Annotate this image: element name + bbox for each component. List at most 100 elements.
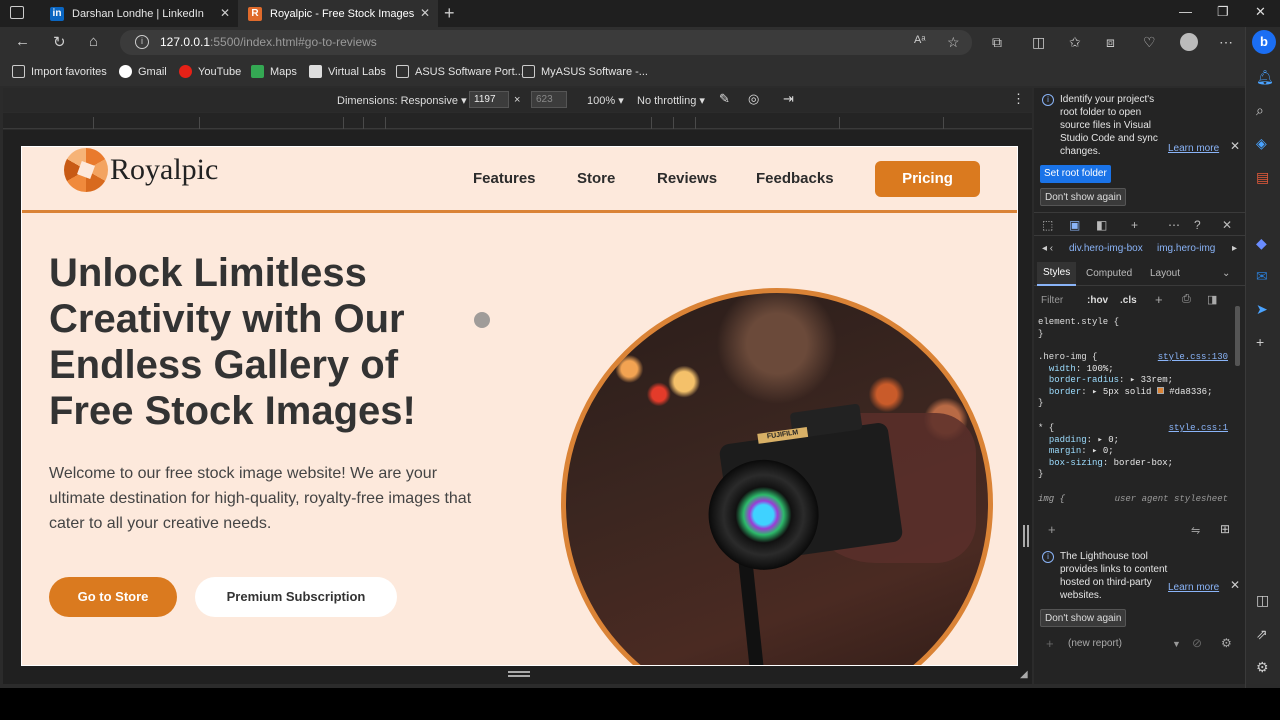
dimensions-select[interactable]: Dimensions: Responsive ▾: [337, 94, 467, 107]
nav-reviews[interactable]: Reviews: [657, 170, 717, 187]
nav-features[interactable]: Features: [473, 170, 536, 187]
add-report-icon[interactable]: +: [1046, 636, 1054, 651]
site-info-icon[interactable]: i: [135, 35, 149, 49]
close-devtools-icon[interactable]: ✕: [1222, 218, 1232, 232]
back-icon[interactable]: ←: [15, 33, 30, 50]
more-menu-icon[interactable]: ⋯: [1219, 34, 1233, 51]
vision-icon[interactable]: ◎: [748, 91, 759, 107]
crumb-right-arrow-icon[interactable]: ▸: [1232, 238, 1237, 260]
rotate-icon[interactable]: ⇥: [783, 91, 794, 107]
crumb-hero-img-box[interactable]: div.hero-img-box: [1069, 238, 1143, 260]
css-val[interactable]: 5px solid: [1103, 387, 1152, 397]
open-external-icon[interactable]: ⇗: [1256, 626, 1268, 643]
sidebar-add-icon[interactable]: +: [1256, 334, 1264, 350]
color-swatch[interactable]: [1156, 386, 1164, 394]
nav-store[interactable]: Store: [577, 170, 615, 187]
tab-actions-icon[interactable]: [10, 6, 24, 19]
dock-icon[interactable]: ⊞: [1220, 522, 1230, 536]
throttle-select[interactable]: No throttling ▾: [637, 94, 705, 107]
close-tab-icon[interactable]: ✕: [220, 6, 230, 20]
css-val[interactable]: 100%;: [1087, 364, 1114, 374]
zoom-select[interactable]: 100% ▾: [587, 94, 624, 107]
crumb-hero-img[interactable]: img.hero-img: [1157, 238, 1215, 260]
tab-styles[interactable]: Styles: [1037, 262, 1077, 286]
css-val[interactable]: #da8336;: [1169, 387, 1212, 397]
minimize-button[interactable]: —: [1179, 4, 1192, 19]
hero-img-source-link[interactable]: style.css:130: [1158, 352, 1228, 364]
crumb-left-arrow-icon[interactable]: ◂ ‹: [1042, 238, 1053, 260]
bookmark-virtual-labs[interactable]: Virtual Labs: [309, 65, 386, 78]
help-icon[interactable]: ?: [1194, 218, 1201, 232]
add-rule-icon[interactable]: +: [1048, 522, 1056, 537]
maximize-button[interactable]: ❐: [1217, 4, 1229, 20]
height-input[interactable]: 623: [531, 91, 567, 108]
element-state-icon[interactable]: ⎙: [1182, 293, 1191, 306]
panel-layout-icon[interactable]: ◧: [1096, 218, 1107, 232]
eyedropper-icon[interactable]: ✎: [719, 91, 730, 107]
bookmark-myasus[interactable]: MyASUS Software -...: [522, 65, 648, 78]
new-rule-icon[interactable]: +: [1155, 292, 1163, 307]
tab-computed[interactable]: Computed: [1086, 268, 1132, 279]
filter-input[interactable]: Filter: [1041, 295, 1063, 306]
corner-resize-icon[interactable]: ◢: [1020, 669, 1028, 680]
split-screen-icon[interactable]: ◫: [1032, 34, 1045, 51]
universal-source-link[interactable]: style.css:1: [1169, 423, 1228, 435]
bing-copilot-icon[interactable]: b: [1252, 30, 1276, 54]
pricing-button[interactable]: Pricing: [875, 161, 980, 197]
close-window-button[interactable]: ✕: [1255, 4, 1266, 20]
inspect-icon[interactable]: ⬚: [1042, 218, 1053, 232]
drop-icon[interactable]: ➤: [1256, 301, 1268, 318]
devtools-more-icon[interactable]: ⋯: [1168, 218, 1180, 232]
tab-royalpic[interactable]: R Royalpic - Free Stock Images ✕: [238, 0, 438, 27]
tab-layout[interactable]: Layout: [1150, 268, 1180, 279]
new-report-select[interactable]: (new report): [1068, 638, 1122, 649]
go-to-store-button[interactable]: Go to Store: [49, 577, 177, 617]
new-tab-button[interactable]: +: [444, 3, 455, 24]
drawer-toggle-icon[interactable]: ⇋: [1191, 524, 1200, 537]
tabs-overflow-icon[interactable]: ⌄: [1222, 268, 1230, 279]
close-notice-icon[interactable]: ✕: [1230, 140, 1240, 153]
favorites-icon[interactable]: ✩: [1069, 34, 1081, 51]
sidebar-search-icon[interactable]: ⌕: [1256, 102, 1264, 119]
lighthouse-settings-icon[interactable]: ⚙: [1221, 636, 1232, 650]
close-notice-icon[interactable]: ✕: [1230, 579, 1240, 592]
refresh-icon[interactable]: ↻: [53, 33, 66, 51]
sidebar-layout-icon[interactable]: ◫: [1256, 592, 1269, 609]
nav-feedbacks[interactable]: Feedbacks: [756, 170, 834, 187]
css-val[interactable]: border-box;: [1114, 458, 1173, 468]
close-tab-icon[interactable]: ✕: [420, 6, 430, 20]
address-bar[interactable]: i 127.0.0.1:5500/index.html#go-to-review…: [120, 30, 972, 55]
device-more-icon[interactable]: ⋮: [1012, 91, 1025, 107]
tab-linkedin[interactable]: in Darshan Londhe | LinkedIn ✕: [40, 0, 238, 27]
learn-more-link[interactable]: Learn more: [1168, 142, 1219, 155]
site-logo[interactable]: Royalpic: [64, 148, 218, 192]
extensions-icon[interactable]: ⧉: [992, 34, 1002, 51]
side-resize-handle[interactable]: [1023, 525, 1029, 547]
shopping-tag-icon[interactable]: ◈: [1256, 135, 1267, 152]
home-icon[interactable]: ⌂: [89, 33, 98, 50]
tools-briefcase-icon[interactable]: ▤: [1256, 169, 1269, 186]
profile-avatar[interactable]: [1180, 33, 1198, 51]
notifications-bell-icon[interactable]: 🔔︎: [1256, 69, 1274, 86]
games-icon[interactable]: ◆: [1256, 235, 1267, 252]
add-panel-icon[interactable]: +: [1131, 218, 1138, 232]
device-toggle-icon[interactable]: ▣: [1069, 218, 1080, 232]
width-input[interactable]: 1197: [469, 91, 509, 108]
outlook-icon[interactable]: ✉: [1256, 268, 1268, 285]
bottom-resize-handle[interactable]: [508, 671, 530, 677]
bookmark-maps[interactable]: Maps: [251, 65, 297, 78]
bookmark-asus-portal[interactable]: ASUS Software Port...: [396, 65, 524, 78]
bookmark-import-favorites[interactable]: Import favorites: [12, 65, 107, 78]
premium-subscription-button[interactable]: Premium Subscription: [195, 577, 397, 617]
dont-show-again-button[interactable]: Don't show again: [1040, 188, 1127, 206]
bookmark-youtube[interactable]: YouTube: [179, 65, 241, 78]
css-val[interactable]: 0;: [1103, 446, 1114, 456]
sidebar-settings-icon[interactable]: ⚙: [1256, 659, 1269, 676]
favorite-star-icon[interactable]: ☆: [947, 34, 960, 51]
dont-show-again-button[interactable]: Don't show again: [1040, 609, 1127, 627]
css-val[interactable]: 33rem;: [1141, 375, 1173, 385]
computed-sidebar-icon[interactable]: ◨: [1207, 293, 1217, 306]
browser-essentials-icon[interactable]: ♡: [1143, 34, 1156, 51]
report-dropdown-icon[interactable]: ▼: [1172, 639, 1181, 649]
css-val[interactable]: 0;: [1108, 435, 1119, 445]
